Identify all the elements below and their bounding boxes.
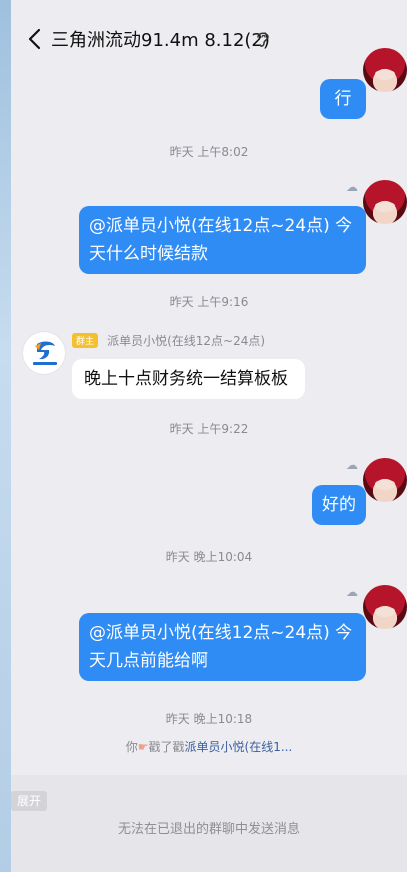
owner-badge: 群主 — [72, 333, 99, 348]
my-avatar[interactable] — [363, 180, 407, 224]
message-timestamp: 昨天 上午9:16 — [169, 295, 249, 309]
earpiece-mode-icon — [257, 32, 269, 47]
expand-button[interactable]: 展开 — [11, 791, 47, 811]
chat-title[interactable]: 三角洲流动91.4m 8.12(2) — [51, 26, 270, 52]
cloud-status-icon: ☁ — [346, 458, 358, 472]
outgoing-message[interactable]: @派单员小悦(在线12点~24点) 今天什么时候结款 — [79, 206, 366, 274]
outgoing-message[interactable]: 好的 — [312, 485, 366, 525]
input-disabled-bar: 展开 无法在已退出的群聊中发送消息 — [11, 775, 407, 872]
incoming-message[interactable]: 晚上十点财务统一结算板板 — [72, 359, 305, 399]
sender-name[interactable]: 派单员小悦(在线12点~24点) — [107, 334, 265, 348]
back-arrow-icon[interactable] — [23, 27, 47, 51]
message-timestamp: 昨天 晚上10:18 — [165, 712, 253, 726]
sender-info: 群主 派单员小悦(在线12点~24点) — [72, 330, 265, 348]
poke-actor: 你 — [125, 740, 138, 754]
cloud-status-icon: ☁ — [346, 180, 358, 194]
outgoing-message[interactable]: @派单员小悦(在线12点~24点) 今天几点前能给啊 — [79, 613, 366, 681]
poke-hand-icon: ☛ — [137, 740, 149, 754]
message-timestamp: 昨天 上午9:22 — [169, 422, 249, 436]
outgoing-message[interactable]: 行 — [320, 79, 366, 119]
my-avatar[interactable] — [363, 458, 407, 502]
chat-header: 三角洲流动91.4m 8.12(2) — [11, 0, 407, 74]
side-panel-strip — [0, 0, 11, 872]
tencent-games-logo-icon — [33, 341, 57, 365]
sender-avatar[interactable] — [22, 331, 66, 375]
cloud-status-icon: ☁ — [346, 585, 358, 599]
poke-notice: 你☛戳了戳派单员小悦(在线1... — [11, 738, 407, 755]
message-timestamp: 昨天 上午8:02 — [169, 145, 249, 159]
message-timestamp: 昨天 晚上10:04 — [165, 550, 253, 564]
poke-action: 戳了戳 — [148, 740, 185, 754]
left-group-notice: 无法在已退出的群聊中发送消息 — [117, 822, 300, 837]
poke-target-link[interactable]: 派单员小悦(在线1... — [185, 740, 293, 754]
my-avatar[interactable] — [363, 48, 407, 92]
my-avatar[interactable] — [363, 585, 407, 629]
